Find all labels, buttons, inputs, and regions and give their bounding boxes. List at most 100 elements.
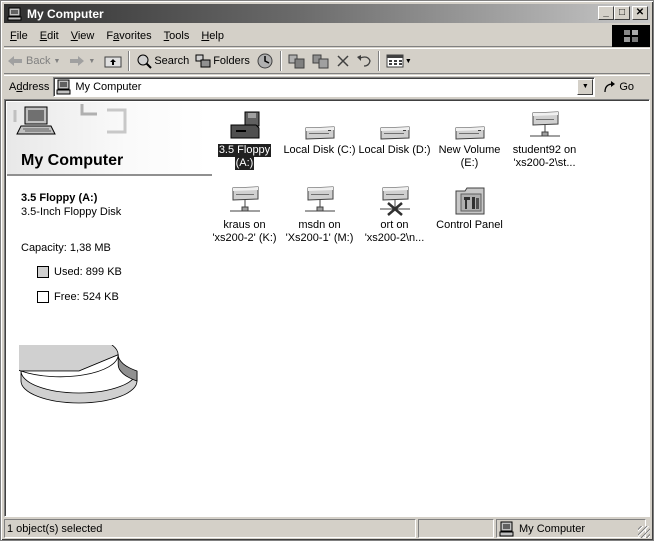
address-bar: Address My Computer ▼ Go	[4, 75, 650, 97]
maximize-button[interactable]: □	[614, 6, 630, 20]
delete-button[interactable]	[333, 50, 353, 72]
computer-watermark-icon	[13, 104, 127, 135]
network-icon	[282, 182, 357, 216]
drive-item-label-wrap: (A:)	[207, 157, 282, 170]
search-button[interactable]: Search	[133, 50, 192, 72]
my-computer-icon	[7, 7, 22, 20]
drive-item[interactable]: student92 on'xs200-2\st...	[507, 107, 582, 170]
address-dropdown-button[interactable]: ▼	[577, 78, 594, 95]
menu-edit[interactable]: Edit	[34, 30, 65, 42]
search-icon	[137, 54, 153, 69]
info-pane-divider	[7, 174, 212, 176]
menu-help[interactable]: Help	[195, 30, 230, 42]
network-disconnected-icon	[357, 182, 432, 216]
resize-grip[interactable]	[638, 526, 650, 538]
up-folder-icon	[104, 56, 122, 68]
drive-item-label: student92 on	[512, 144, 577, 156]
delete-icon	[337, 55, 349, 67]
drive-item[interactable]: Local Disk (C:)	[282, 107, 357, 157]
used-swatch	[37, 266, 49, 278]
selected-drive-type: 3.5-Inch Floppy Disk	[21, 206, 122, 218]
drive-item-label-wrap: 'xs200-2\n...	[357, 232, 432, 245]
control-panel-icon	[432, 182, 507, 216]
menu-view-accel: V	[70, 29, 78, 42]
drive-item-sublabel: 'xs200-2\n...	[364, 232, 425, 244]
drive-item-label: 3.5 Floppy	[217, 144, 272, 157]
info-pane: My Computer 3.5 Floppy (A:) 3.5-Inch Flo…	[7, 102, 212, 516]
status-zone-text: My Computer	[519, 522, 586, 535]
drive-item[interactable]: Local Disk (D:)	[357, 107, 432, 157]
menu-edit-label: dit	[47, 29, 59, 42]
copy-to-icon	[312, 54, 329, 69]
move-to-button[interactable]	[285, 50, 309, 72]
undo-button[interactable]	[353, 50, 375, 72]
undo-icon	[356, 55, 371, 67]
folders-button[interactable]: Folders	[192, 50, 253, 72]
status-selection-text: 1 object(s) selected	[7, 522, 103, 535]
content-area: My Computer 3.5 Floppy (A:) 3.5-Inch Flo…	[4, 99, 650, 517]
forward-button[interactable]: ▼	[66, 50, 101, 72]
pie-side-used	[117, 354, 138, 382]
network-icon	[207, 182, 282, 216]
disk-icon	[282, 107, 357, 141]
my-computer-icon	[56, 79, 71, 94]
copy-to-button[interactable]	[309, 50, 333, 72]
title-bar[interactable]: My Computer _ □ ✕	[4, 4, 650, 23]
go-label: Go	[619, 80, 635, 93]
toolbar-separator	[279, 51, 282, 71]
back-label: Back	[26, 55, 51, 67]
drive-item[interactable]: ort on'xs200-2\n...	[357, 182, 432, 245]
menu-view[interactable]: View	[65, 30, 101, 42]
drive-item[interactable]: 3.5 Floppy (A:)	[207, 107, 282, 170]
network-icon	[507, 107, 582, 141]
drive-item-label-wrap: 3.5 Floppy	[207, 144, 282, 157]
menu-file[interactable]: File	[4, 30, 34, 42]
used-legend: Used: 899 KB	[37, 266, 122, 278]
drive-item-label: kraus on	[223, 219, 266, 231]
drive-item-label-wrap: 'Xs200-1' (M:)	[282, 232, 357, 245]
disk-icon	[357, 107, 432, 141]
drive-item-label-wrap: 'xs200-2' (K:)	[207, 232, 282, 245]
drive-item-label-wrap: (E:)	[432, 157, 507, 170]
up-button[interactable]	[101, 50, 125, 72]
menu-favorites[interactable]: Favorites	[100, 30, 157, 42]
back-button[interactable]: Back ▼	[4, 50, 66, 72]
go-arrow-icon	[604, 80, 616, 92]
drive-item[interactable]: kraus on'xs200-2' (K:)	[207, 182, 282, 245]
menu-file-label: ile	[16, 29, 28, 42]
selected-drive-name: 3.5 Floppy (A:)	[21, 192, 98, 204]
forward-dropdown-icon[interactable]: ▼	[88, 58, 95, 65]
drive-item-label-wrap: kraus on	[207, 219, 282, 232]
address-label: Address	[4, 81, 53, 93]
info-pane-title: My Computer	[21, 152, 124, 169]
drive-item-sublabel: (A:)	[234, 157, 255, 170]
standard-toolbar: Back ▼ ▼ Search Folders ▼	[4, 48, 650, 74]
address-input[interactable]: My Computer ▼	[53, 76, 596, 97]
address-value: My Computer	[75, 80, 142, 93]
close-button[interactable]: ✕	[632, 6, 648, 20]
drive-item[interactable]: New Volume (E:)	[432, 107, 507, 170]
folders-label: Folders	[213, 55, 250, 67]
close-icon: ✕	[635, 7, 645, 18]
minimize-button[interactable]: _	[598, 6, 614, 20]
go-button[interactable]: Go	[603, 80, 634, 94]
status-selection: 1 object(s) selected	[4, 519, 416, 538]
drive-item-sublabel: (E:)	[460, 157, 479, 169]
folders-icon	[195, 54, 211, 68]
drive-item[interactable]: Control Panel	[432, 182, 507, 232]
menu-tools[interactable]: Tools	[158, 30, 196, 42]
toolbar-separator	[377, 51, 380, 71]
views-button[interactable]: ▼	[383, 50, 418, 72]
status-zone: My Computer	[496, 519, 646, 538]
drive-item-label-wrap: Local Disk (D:)	[357, 144, 432, 157]
explorer-window: My Computer _ □ ✕ File Edit View Favorit…	[0, 0, 654, 541]
chevron-down-icon: ▼	[581, 83, 589, 90]
menu-view-label: iew	[77, 29, 95, 42]
status-middle	[418, 519, 494, 538]
maximize-icon: □	[618, 7, 626, 18]
views-dropdown-icon[interactable]: ▼	[405, 58, 412, 65]
drive-item[interactable]: msdn on 'Xs200-1' (M:)	[282, 182, 357, 245]
menu-favorites-label: vorites	[119, 29, 152, 42]
back-dropdown-icon[interactable]: ▼	[53, 58, 60, 65]
history-button[interactable]	[253, 50, 277, 72]
